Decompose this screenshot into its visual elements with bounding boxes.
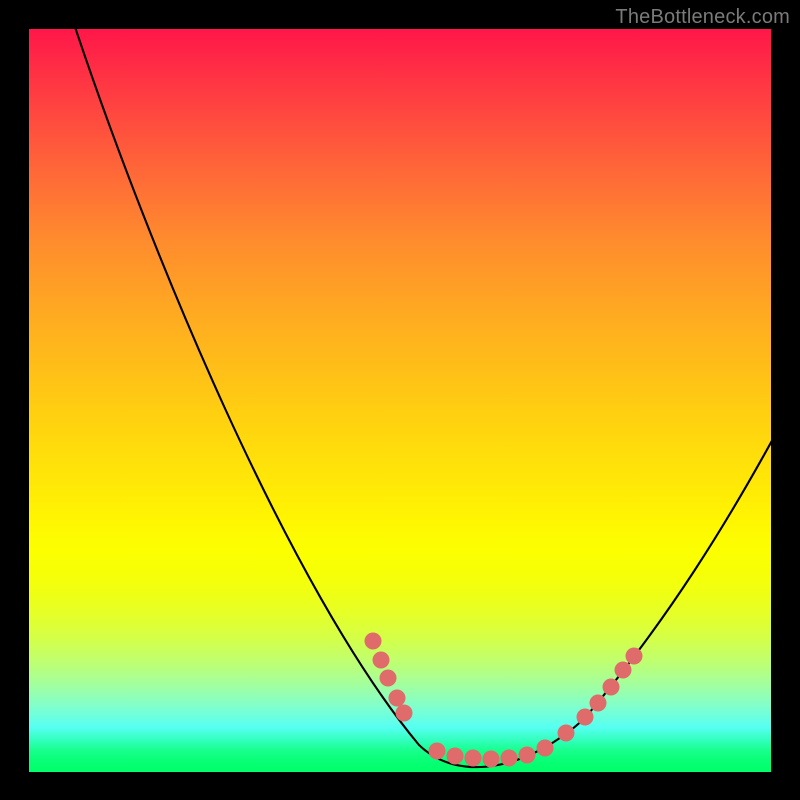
highlight-dot xyxy=(380,670,397,687)
highlight-dot xyxy=(626,648,643,665)
chart-svg xyxy=(29,29,771,772)
highlight-dot xyxy=(615,662,632,679)
highlight-dot xyxy=(501,750,518,767)
plot-area xyxy=(29,29,771,772)
highlight-dot xyxy=(590,695,607,712)
highlight-dot xyxy=(396,705,413,722)
highlight-dots-group xyxy=(365,633,643,768)
highlight-dot xyxy=(465,750,482,767)
highlight-dot xyxy=(558,725,575,742)
highlight-dot xyxy=(389,690,406,707)
highlight-dot xyxy=(483,751,500,768)
highlight-dot xyxy=(447,748,464,765)
highlight-dot xyxy=(365,633,382,650)
highlight-dot xyxy=(577,709,594,726)
watermark-text: TheBottleneck.com xyxy=(615,6,790,29)
highlight-dot xyxy=(429,743,446,760)
highlight-dot xyxy=(537,740,554,757)
highlight-dot xyxy=(603,679,620,696)
highlight-dot xyxy=(373,652,390,669)
highlight-dot xyxy=(519,747,536,764)
chart-frame: TheBottleneck.com xyxy=(0,0,800,800)
bottleneck-curve xyxy=(74,29,771,767)
